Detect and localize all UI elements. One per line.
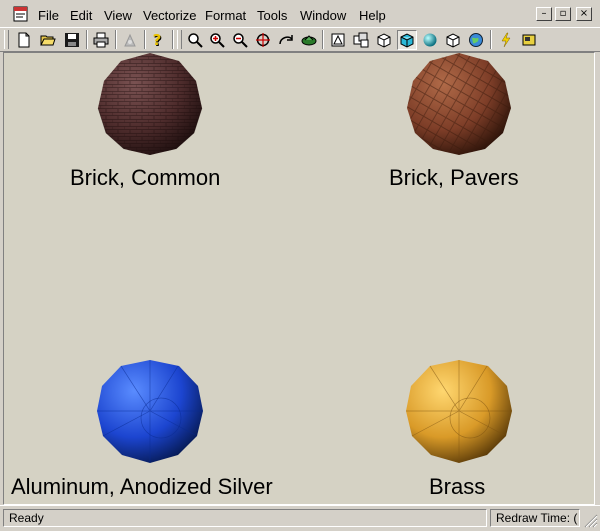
restore-button[interactable]: ▫: [555, 7, 571, 21]
toolbar-separator: [144, 30, 146, 49]
rotate-view-icon[interactable]: [276, 30, 296, 50]
zoom-out-icon[interactable]: [230, 30, 250, 50]
material-label: Brass: [429, 474, 486, 499]
redraw-time-status: Redraw Time: (: [490, 509, 580, 527]
toolbar: ??: [0, 27, 600, 52]
status-text: Ready: [3, 509, 487, 527]
toolbar-grip[interactable]: [177, 30, 182, 49]
note-icon[interactable]: [519, 30, 539, 50]
toolbar-separator: [490, 30, 492, 49]
toolbar-separator: [172, 30, 174, 49]
toolbar-separator: [322, 30, 324, 49]
help-icon[interactable]: ??: [148, 30, 168, 50]
sphere-brass[interactable]: [406, 360, 512, 463]
menu-vectorize[interactable]: Vectorize: [143, 8, 196, 23]
menu-window[interactable]: Window: [300, 8, 346, 23]
menu-view[interactable]: View: [104, 8, 132, 23]
material-label: Aluminum, Anodized Silver: [11, 474, 273, 499]
material-label: Brick, Pavers: [389, 165, 519, 190]
toolbar-grip[interactable]: [4, 30, 9, 49]
toolbar-separator: [86, 30, 88, 49]
menu-file[interactable]: File: [38, 8, 59, 23]
save-icon[interactable]: [62, 30, 82, 50]
shaded-outline-icon[interactable]: [374, 30, 394, 50]
menu-help[interactable]: Help: [359, 8, 386, 23]
zoom-in-icon[interactable]: [207, 30, 227, 50]
document-app-icon[interactable]: [13, 5, 30, 22]
close-button[interactable]: ×: [576, 7, 592, 21]
svg-text:?: ?: [153, 32, 162, 48]
render-viewport[interactable]: Brick, Common Brick, Pavers Aluminum, An…: [3, 52, 595, 505]
sphere-icon[interactable]: [420, 30, 440, 50]
shaded-box-icon[interactable]: [397, 30, 417, 50]
menu-edit[interactable]: Edit: [70, 8, 92, 23]
hidden-line-icon[interactable]: [351, 30, 371, 50]
material-spheres-canvas: [97, 53, 512, 463]
cube-icon[interactable]: [443, 30, 463, 50]
zoom-target-icon[interactable]: [253, 30, 273, 50]
print-icon[interactable]: [91, 30, 111, 50]
lightning-icon[interactable]: [496, 30, 516, 50]
zoom-fit-icon[interactable]: [185, 30, 205, 50]
wireframe-box-icon[interactable]: [328, 30, 348, 50]
fly-view-icon[interactable]: [299, 30, 319, 50]
material-label: Brick, Common: [70, 165, 221, 190]
sphere-brick-common[interactable]: [97, 53, 203, 155]
sphere-aluminum-anodized-silver[interactable]: [97, 360, 203, 463]
disabled-tool-icon[interactable]: [120, 30, 140, 50]
minimize-button[interactable]: –: [536, 7, 552, 21]
menu-tools[interactable]: Tools: [257, 8, 287, 23]
menu-bar: File Edit View Vectorize Format Tools Wi…: [0, 0, 600, 27]
toolbar-separator: [115, 30, 117, 49]
status-bar: Ready Redraw Time: (: [0, 505, 600, 531]
sphere-brick-pavers[interactable]: [407, 53, 511, 155]
open-folder-icon[interactable]: [38, 30, 58, 50]
new-document-icon[interactable]: [14, 30, 34, 50]
globe-icon[interactable]: [466, 30, 486, 50]
resize-grip-icon[interactable]: [584, 514, 598, 528]
menu-format[interactable]: Format: [205, 8, 246, 23]
